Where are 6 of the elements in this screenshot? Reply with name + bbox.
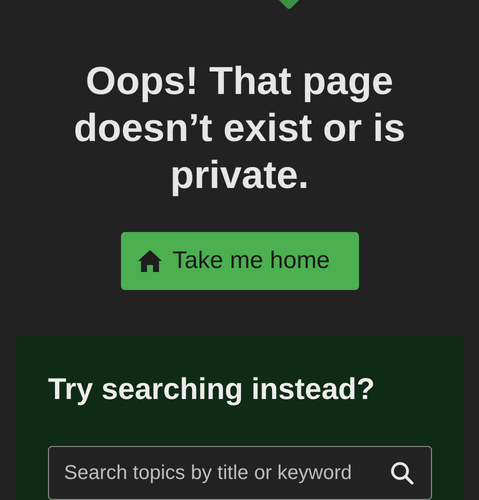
search-icon[interactable]: [390, 461, 414, 485]
home-icon: [136, 249, 162, 273]
home-button[interactable]: Take me home: [120, 232, 358, 290]
search-field[interactable]: Search topics by title or keyword: [48, 446, 432, 500]
search-heading: Try searching instead?: [48, 372, 376, 408]
error-heading: Oops! That page doesn’t exist or is private.: [72, 59, 406, 199]
